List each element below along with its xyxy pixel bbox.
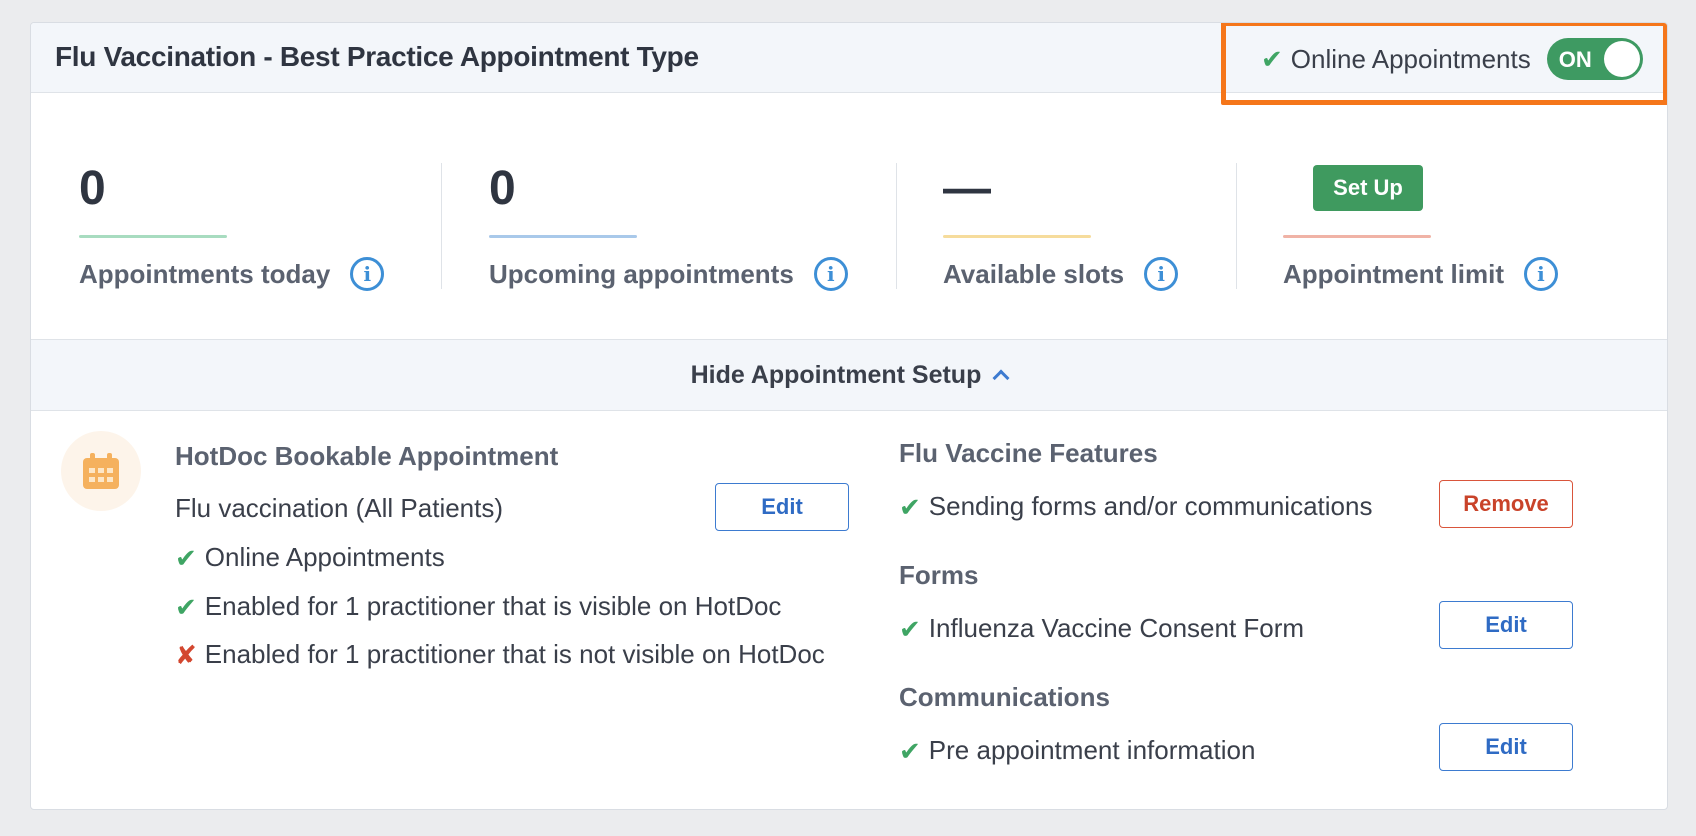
edit-communications-button[interactable]: Edit	[1439, 723, 1573, 771]
stat-accent-bar	[1283, 235, 1431, 238]
bookable-title: HotDoc Bookable Appointment	[175, 441, 559, 471]
features-title: Flu Vaccine Features	[899, 438, 1158, 468]
check-text: Enabled for 1 practitioner that is not v…	[204, 639, 825, 669]
info-icon[interactable]: i	[350, 257, 385, 291]
communication-item: ✔ Pre appointment information	[899, 735, 1255, 766]
toggle-knob	[1603, 41, 1640, 77]
info-icon[interactable]: i	[813, 257, 848, 291]
stat-accent-bar	[943, 235, 1091, 238]
online-appointments-label: Online Appointments	[1290, 43, 1531, 74]
stat-label-text: Upcoming appointments	[489, 258, 794, 289]
check-icon: ✔	[899, 735, 921, 766]
close-icon: ✘	[175, 639, 197, 670]
set-up-button[interactable]: Set Up	[1313, 165, 1423, 211]
toggle-state-label: ON	[1558, 47, 1592, 72]
check-icon: ✔	[175, 542, 197, 573]
edit-bookable-button[interactable]: Edit	[715, 483, 849, 531]
stat-divider	[1236, 163, 1237, 289]
stat-label: Available slots i	[943, 257, 1179, 291]
check-visible-practitioner: ✔ Enabled for 1 practitioner that is vis…	[175, 591, 781, 622]
stat-accent-bar	[79, 235, 227, 238]
check-online-appointments: ✔ Online Appointments	[175, 542, 445, 573]
edit-forms-button[interactable]: Edit	[1439, 601, 1573, 649]
stat-label: Upcoming appointments i	[489, 257, 848, 291]
forms-title: Forms	[899, 560, 979, 590]
stat-value: 0	[489, 162, 516, 215]
online-appointments-toggle-group: ✔ Online Appointments ON	[1261, 37, 1643, 81]
appointment-type-card: Flu Vaccination - Best Practice Appointm…	[30, 22, 1668, 810]
info-icon[interactable]: i	[1144, 257, 1179, 291]
form-item: ✔ Influenza Vaccine Consent Form	[899, 613, 1304, 644]
communications-title: Communications	[899, 682, 1110, 712]
stat-label: Appointment limit i	[1283, 257, 1558, 291]
feature-item: ✔ Sending forms and/or communications	[899, 491, 1372, 522]
stat-divider	[896, 163, 897, 289]
appointment-name-text: Flu vaccination (All Patients)	[175, 493, 504, 523]
hide-setup-label: Hide Appointment Setup	[690, 360, 982, 389]
stat-value: —	[943, 162, 991, 215]
form-item-text: Influenza Vaccine Consent Form	[928, 613, 1305, 643]
check-not-visible-practitioner: ✘ Enabled for 1 practitioner that is not…	[175, 639, 825, 670]
check-icon: ✔	[899, 613, 921, 644]
stat-accent-bar	[489, 235, 637, 238]
appointment-name: Flu vaccination (All Patients)	[175, 493, 503, 524]
check-icon: ✔	[899, 491, 921, 522]
calendar-icon	[61, 431, 141, 511]
info-icon[interactable]: i	[1523, 257, 1558, 291]
stat-divider	[441, 163, 442, 289]
check-icon: ✔	[175, 591, 197, 622]
card-title: Flu Vaccination - Best Practice Appointm…	[55, 41, 699, 72]
stat-label-text: Appointments today	[79, 258, 331, 289]
remove-feature-button[interactable]: Remove	[1439, 480, 1573, 528]
feature-item-text: Sending forms and/or communications	[928, 491, 1373, 521]
communication-item-text: Pre appointment information	[928, 735, 1256, 765]
check-icon: ✔	[1261, 44, 1283, 74]
hide-setup-toggle[interactable]: Hide Appointment Setup	[31, 339, 1667, 411]
stat-value: 0	[79, 162, 106, 215]
stat-label: Appointments today i	[79, 257, 385, 291]
stat-label-text: Available slots	[943, 258, 1125, 289]
stat-label-text: Appointment limit	[1283, 258, 1504, 289]
chevron-up-icon	[992, 369, 1010, 387]
check-text: Online Appointments	[204, 542, 445, 572]
online-appointments-toggle[interactable]: ON	[1546, 38, 1643, 80]
check-text: Enabled for 1 practitioner that is visib…	[204, 591, 782, 621]
